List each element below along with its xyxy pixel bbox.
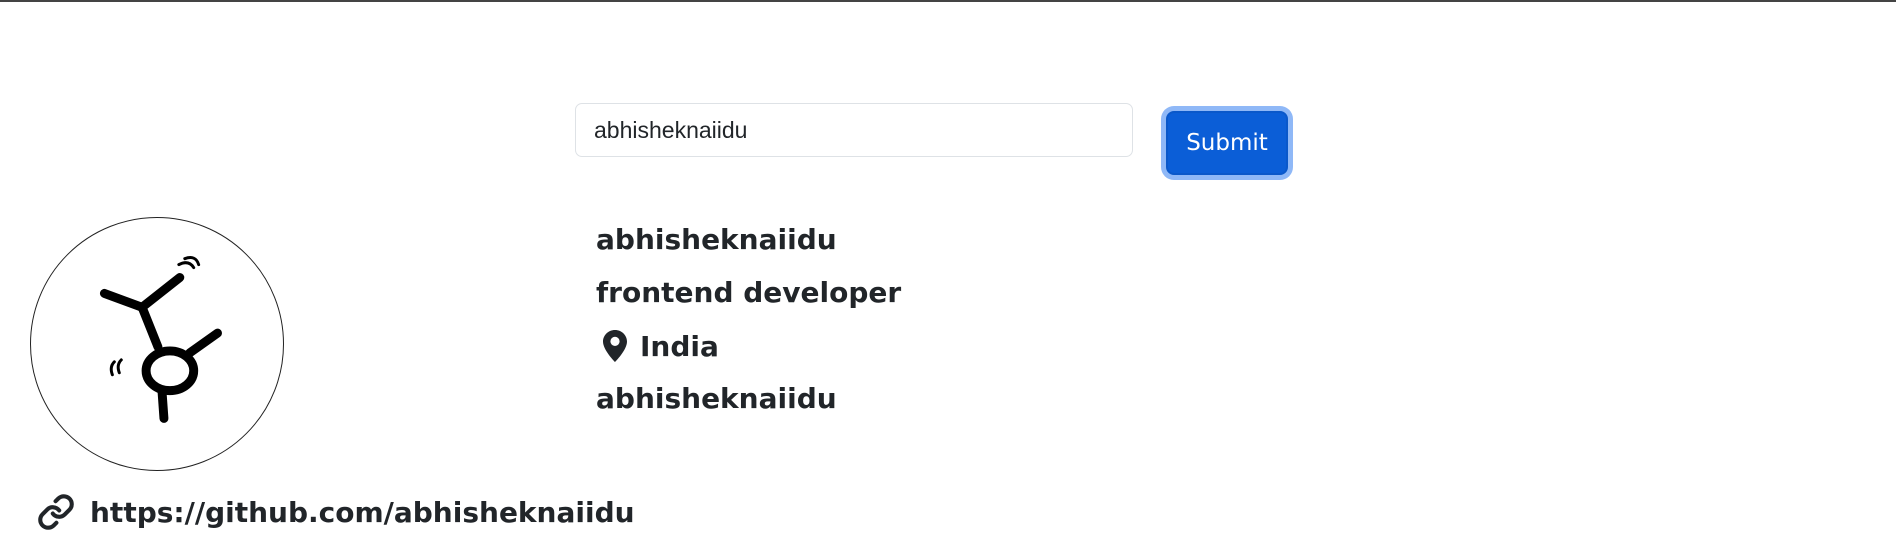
avatar <box>30 217 284 471</box>
location-text: India <box>640 329 719 363</box>
username-search-input[interactable] <box>575 103 1133 157</box>
submit-button[interactable]: Submit <box>1166 111 1288 175</box>
link-icon <box>36 492 76 532</box>
profile-link-row: https://github.com/abhisheknaiidu <box>36 490 635 534</box>
profile-location: India <box>596 327 719 365</box>
top-border <box>0 0 1896 2</box>
map-pin-icon <box>596 327 634 365</box>
profile-login: abhisheknaiidu <box>596 382 837 415</box>
profile-name: abhisheknaiidu <box>596 223 837 256</box>
profile-bio: frontend developer <box>596 276 902 309</box>
profile-blog-link[interactable]: https://github.com/abhisheknaiidu <box>90 496 635 529</box>
stick-figure-avatar-icon <box>99 256 222 423</box>
